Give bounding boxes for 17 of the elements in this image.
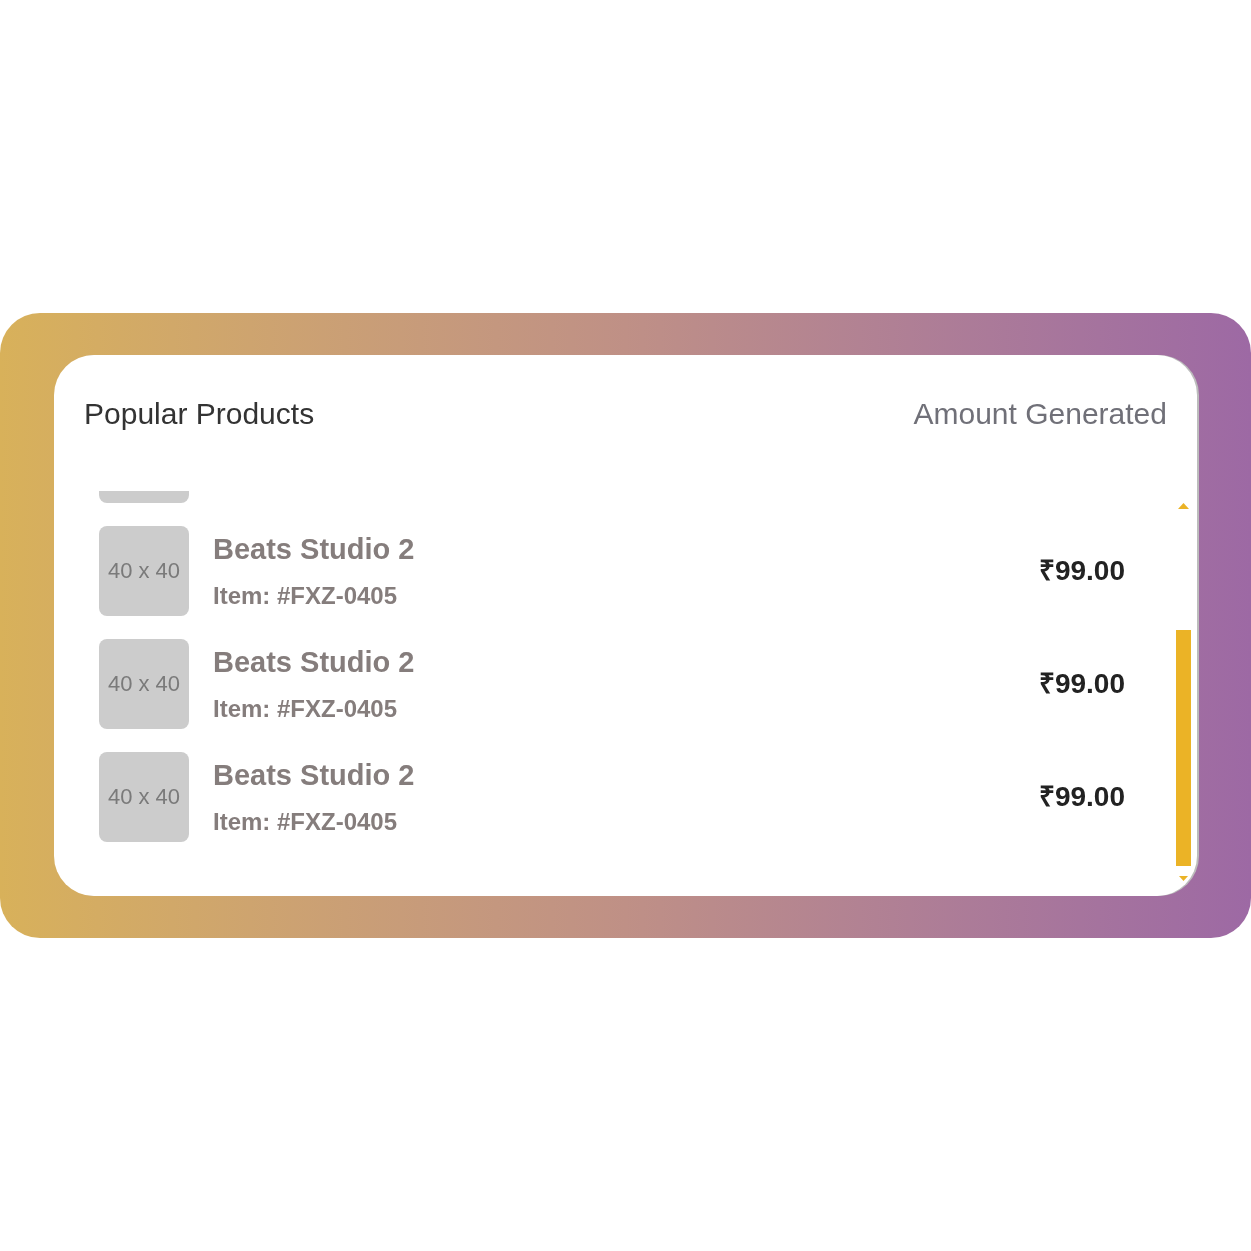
product-amount: ₹99.00: [1038, 667, 1125, 701]
product-name: Beats Studio 2: [213, 644, 415, 679]
product-name: Beats Studio 2: [213, 531, 415, 566]
image-size-label: 40 x 40: [107, 671, 181, 697]
column-header: Amount Generated: [913, 397, 1167, 431]
image-size-label: 40 x 40: [107, 784, 181, 810]
card-title: Popular Products: [84, 397, 315, 431]
item-number: Item: #FXZ-0405: [213, 806, 399, 837]
scroll-down-icon[interactable]: [1179, 876, 1188, 881]
item-number: Item: #FXZ-0405: [213, 580, 399, 611]
item-number: Item: #FXZ-0405: [213, 693, 399, 724]
image-size-label: 40 x 40: [107, 558, 181, 584]
product-amount: ₹99.00: [1038, 780, 1125, 814]
scrollbar-thumb[interactable]: [1176, 630, 1191, 866]
product-name: Beats Studio 2: [213, 757, 415, 792]
product-amount: ₹99.00: [1038, 554, 1125, 588]
scroll-up-icon[interactable]: [1178, 503, 1189, 509]
